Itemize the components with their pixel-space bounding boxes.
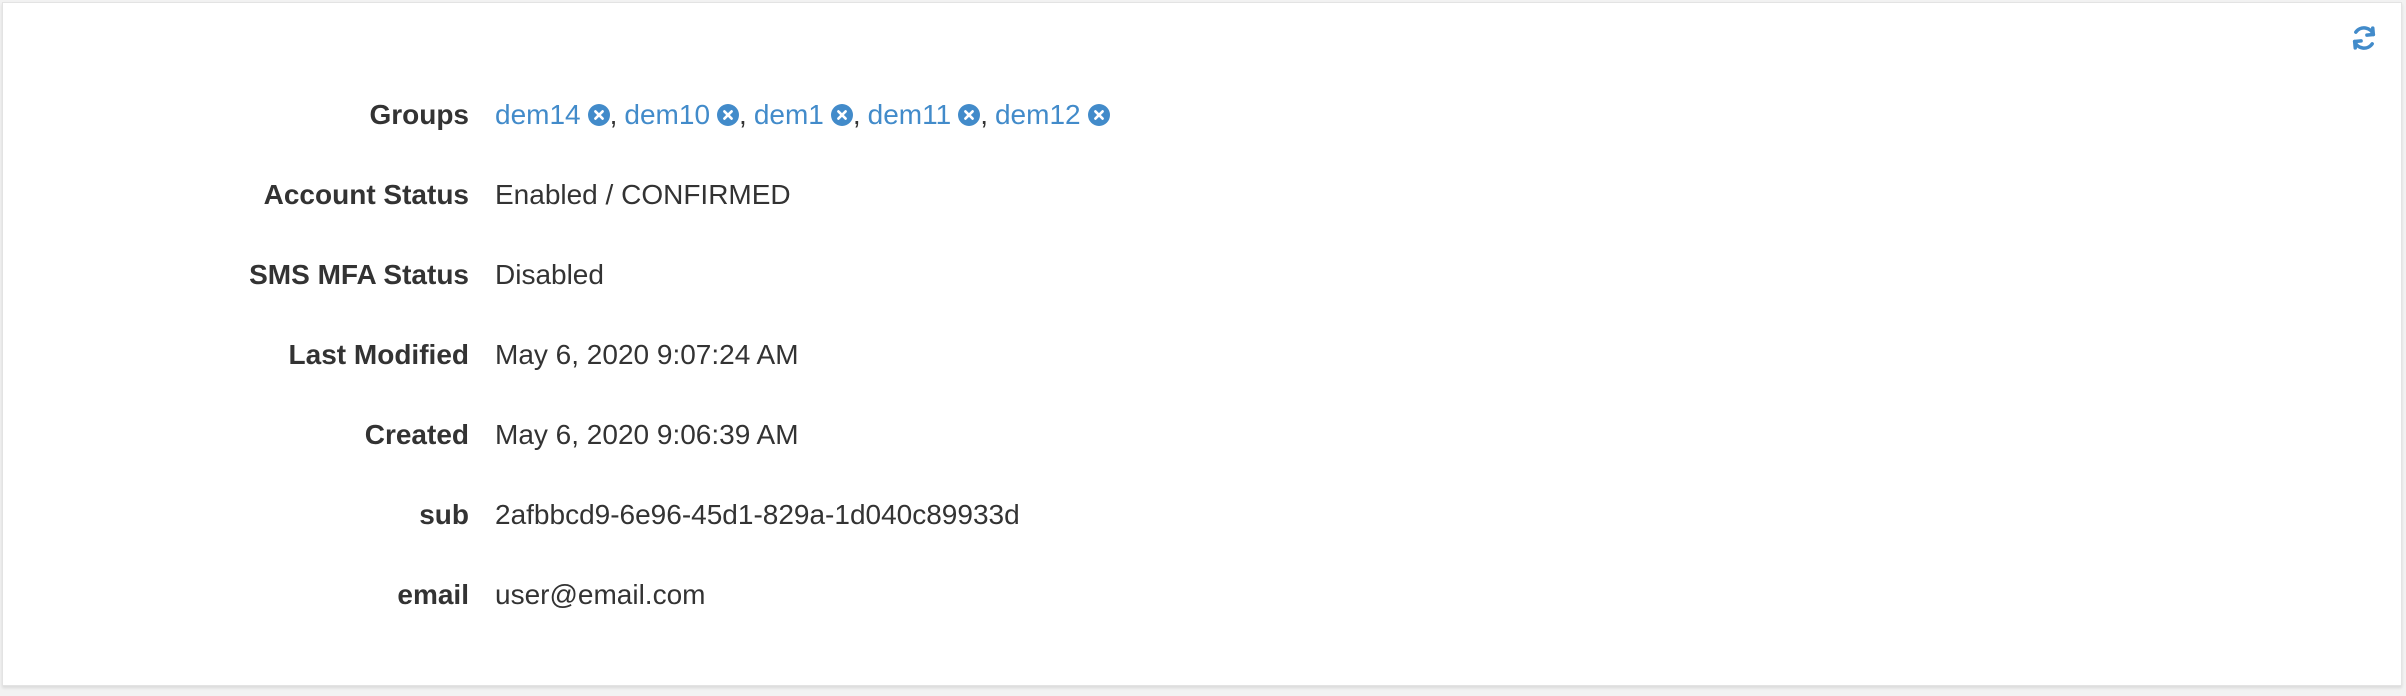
group-separator: , — [980, 99, 988, 130]
sub-value: 2afbbcd9-6e96-45d1-829a-1d040c89933d — [495, 499, 1020, 530]
group-item: dem14 — [495, 99, 610, 131]
group-separator: , — [609, 99, 618, 130]
remove-group-icon[interactable] — [717, 104, 740, 126]
last-modified-row: Last Modified May 6, 2020 9:07:24 AM — [3, 315, 1110, 395]
refresh-button[interactable] — [2349, 25, 2379, 55]
group-link[interactable]: dem1 — [754, 99, 824, 131]
email-label: email — [397, 579, 469, 610]
created-row: Created May 6, 2020 9:06:39 AM — [3, 395, 1110, 475]
account-status-value: Enabled / CONFIRMED — [495, 179, 791, 210]
detail-list: Groups dem14, dem10, dem1, dem11, dem12 Acco… — [3, 75, 1110, 635]
groups-value: dem14, dem10, dem1, dem11, dem12 — [495, 99, 1110, 131]
account-status-label: Account Status — [263, 179, 469, 210]
group-link[interactable]: dem11 — [868, 99, 952, 131]
group-link[interactable]: dem14 — [495, 99, 581, 131]
sms-mfa-value: Disabled — [495, 259, 604, 290]
email-value: user@email.com — [495, 579, 706, 610]
created-value: May 6, 2020 9:06:39 AM — [495, 419, 799, 450]
last-modified-value: May 6, 2020 9:07:24 AM — [495, 339, 799, 370]
sub-label: sub — [419, 499, 469, 530]
group-separator: , — [739, 99, 747, 130]
sub-row: sub 2afbbcd9-6e96-45d1-829a-1d040c89933d — [3, 475, 1110, 555]
group-item: dem12 — [995, 99, 1110, 131]
sms-mfa-label: SMS MFA Status — [249, 259, 469, 290]
account-status-row: Account Status Enabled / CONFIRMED — [3, 155, 1110, 235]
last-modified-label: Last Modified — [288, 339, 469, 370]
group-item: dem10 — [624, 99, 740, 131]
groups-label: Groups — [369, 99, 469, 130]
remove-group-icon[interactable] — [830, 104, 853, 126]
email-row: email user@email.com — [3, 555, 1110, 635]
refresh-icon — [2350, 24, 2378, 57]
created-label: Created — [364, 419, 469, 450]
group-separator: , — [852, 99, 861, 130]
group-link[interactable]: dem12 — [995, 99, 1081, 131]
group-item: dem1 — [754, 99, 853, 131]
remove-group-icon[interactable] — [587, 104, 610, 126]
user-details-panel: Groups dem14, dem10, dem1, dem11, dem12 Acco… — [2, 2, 2402, 686]
group-item: dem11 — [868, 99, 981, 131]
remove-group-icon[interactable] — [958, 104, 981, 126]
sms-mfa-row: SMS MFA Status Disabled — [3, 235, 1110, 315]
groups-row: Groups dem14, dem10, dem1, dem11, dem12 — [3, 75, 1110, 155]
group-link[interactable]: dem10 — [624, 99, 710, 131]
remove-group-icon[interactable] — [1087, 104, 1110, 126]
